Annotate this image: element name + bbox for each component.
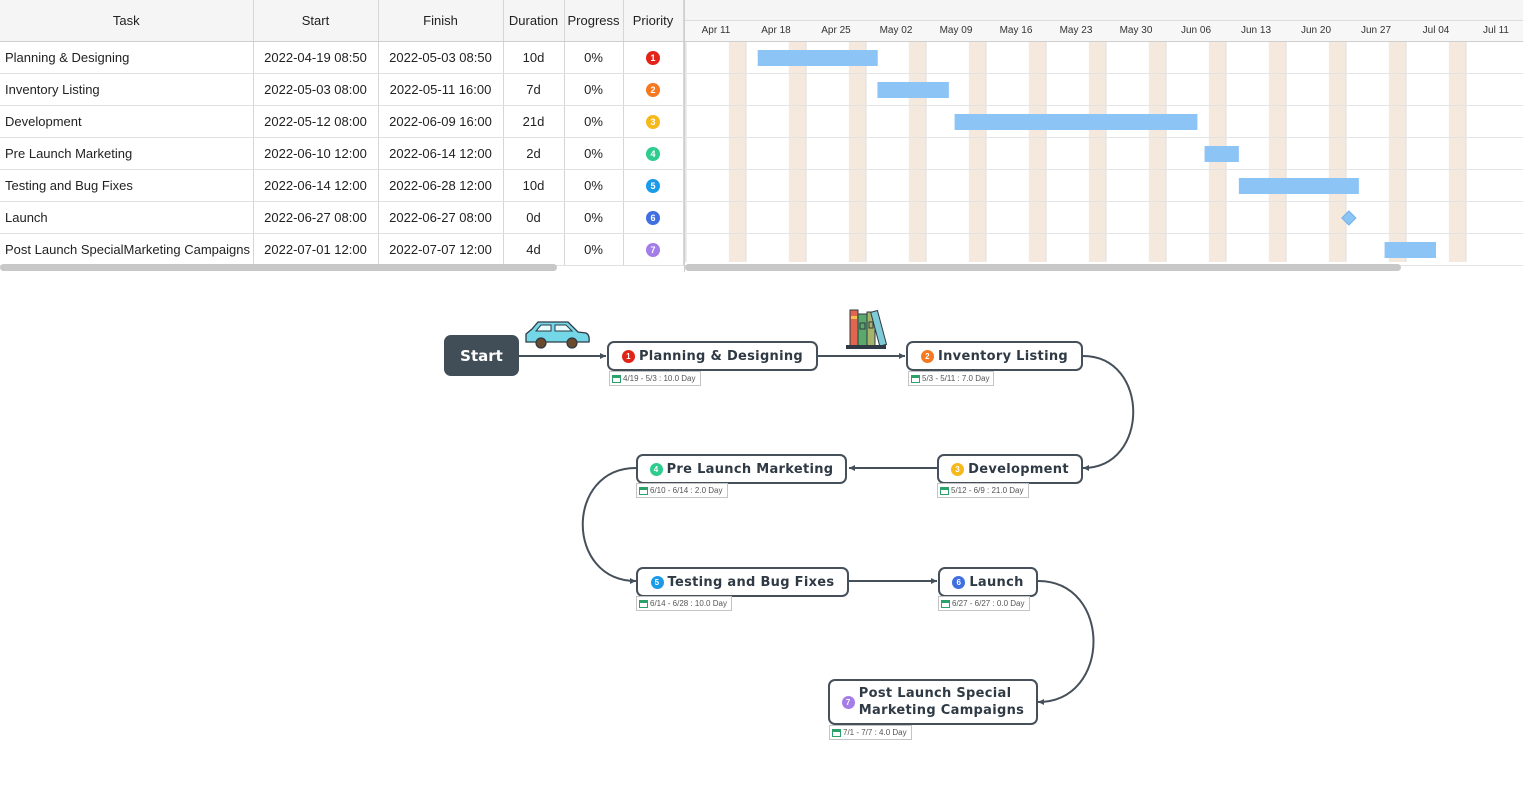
flow-node-label: Launch: [969, 574, 1024, 590]
flow-node-label-block: Post Launch Special Marketing Campaigns: [859, 685, 1024, 719]
car-icon: [525, 321, 590, 349]
calendar-icon: [832, 728, 841, 737]
books-icon: [846, 309, 888, 349]
flow-node-label: Pre Launch Marketing: [666, 461, 834, 477]
flow-node-date-tag: 6/14 - 6/28 : 10.0 Day: [636, 596, 732, 611]
connector-inventory-to-development: [1082, 355, 1135, 471]
flow-node-label: Post Launch Special: [858, 686, 1012, 701]
connector-prelaunch-to-testing: [581, 467, 637, 584]
flow-node-date-tag: 7/1 - 7/7 : 4.0 Day: [829, 725, 912, 740]
flow-node-date-tag: 6/27 - 6/27 : 0.0 Day: [938, 596, 1030, 611]
flow-node-launch[interactable]: 6 Launch: [938, 567, 1038, 597]
calendar-icon: [612, 374, 621, 383]
flow-node-label: Planning & Designing: [638, 348, 804, 364]
flow-node-date-text: 6/10 - 6/14 : 2.0 Day: [650, 486, 723, 495]
flow-node-date-tag: 6/10 - 6/14 : 2.0 Day: [636, 483, 728, 498]
connector-launch-to-postlaunch: [1037, 580, 1095, 705]
flow-node-date-text: 6/27 - 6/27 : 0.0 Day: [952, 599, 1025, 608]
flow-node-postlaunch[interactable]: 7 Post Launch Special Marketing Campaign…: [828, 679, 1038, 725]
flow-node-date-text: 5/12 - 6/9 : 21.0 Day: [951, 486, 1024, 495]
priority-7-icon: 7: [841, 695, 855, 709]
calendar-icon: [940, 486, 949, 495]
priority-1-icon: 1: [621, 349, 635, 363]
flow-connectors: [519, 309, 1135, 705]
flow-node-date-tag: 4/19 - 5/3 : 10.0 Day: [609, 371, 701, 386]
flow-node-date-text: 5/3 - 5/11 : 7.0 Day: [922, 374, 990, 383]
calendar-icon: [911, 374, 920, 383]
calendar-icon: [941, 599, 950, 608]
calendar-icon: [639, 486, 648, 495]
priority-5-icon: 5: [650, 575, 664, 589]
flow-node-date-text: 7/1 - 7/7 : 4.0 Day: [843, 728, 907, 737]
flow-node-prelaunch[interactable]: 4 Pre Launch Marketing: [636, 454, 847, 484]
flow-node-label: Inventory Listing: [937, 348, 1068, 364]
flow-node-date-text: 4/19 - 5/3 : 10.0 Day: [623, 374, 696, 383]
flow-node-date-tag: 5/12 - 6/9 : 21.0 Day: [937, 483, 1029, 498]
flow-node-inventory[interactable]: 2 Inventory Listing: [906, 341, 1083, 371]
calendar-icon: [639, 599, 648, 608]
priority-6-icon: 6: [952, 575, 966, 589]
flow-node-label: Testing and Bug Fixes: [667, 574, 835, 590]
flow-node-development[interactable]: 3 Development: [937, 454, 1083, 484]
start-node[interactable]: Start: [444, 335, 519, 376]
flow-node-label-line2: Marketing Campaigns: [858, 703, 1025, 718]
priority-3-icon: 3: [951, 462, 965, 476]
priority-4-icon: 4: [649, 462, 663, 476]
priority-2-icon: 2: [920, 349, 934, 363]
flow-node-testing[interactable]: 5 Testing and Bug Fixes: [636, 567, 849, 597]
flow-node-date-tag: 5/3 - 5/11 : 7.0 Day: [908, 371, 995, 386]
flow-node-label: Development: [968, 461, 1069, 477]
flow-node-date-text: 6/14 - 6/28 : 10.0 Day: [650, 599, 727, 608]
flow-node-planning[interactable]: 1 Planning & Designing: [607, 341, 818, 371]
